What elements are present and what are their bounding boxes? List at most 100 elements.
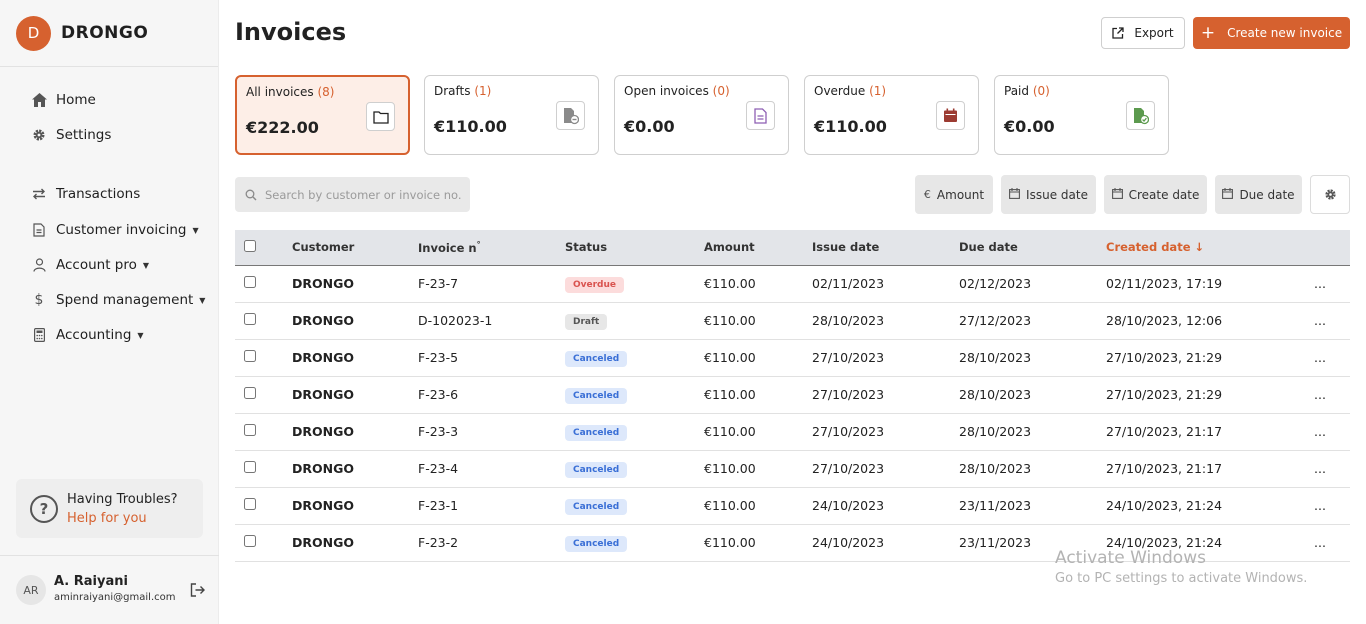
- cell-invoice-number: F-23-2: [418, 535, 459, 550]
- status-badge: Canceled: [565, 387, 628, 404]
- status-badge: Canceled: [565, 461, 628, 478]
- cell-issue-date: 27/10/2023: [812, 387, 885, 402]
- export-button[interactable]: Export: [1101, 17, 1185, 49]
- cell-customer: DRONGO: [292, 350, 354, 365]
- nav-item-transactions[interactable]: Transactions: [30, 185, 140, 203]
- cell-invoice-number: F-23-1: [418, 498, 459, 513]
- row-menu-button[interactable]: ...: [1314, 302, 1350, 339]
- col-amount[interactable]: Amount: [704, 230, 812, 266]
- table-row[interactable]: DRONGO F-23-2 Canceled €110.00 24/10/2023 23/…: [235, 524, 1350, 561]
- watermark-subtitle: Go to PC settings to activate Windows.: [1055, 571, 1308, 586]
- caret-down-icon: ▼: [142, 260, 150, 270]
- row-checkbox[interactable]: [244, 498, 256, 510]
- brand[interactable]: D DRONGO: [0, 0, 218, 67]
- select-all-checkbox[interactable]: [244, 239, 256, 252]
- col-due-date[interactable]: Due date: [959, 230, 1106, 266]
- cell-amount: €110.00: [704, 424, 756, 439]
- status-badge: Canceled: [565, 498, 628, 515]
- nav-item-account-pro[interactable]: Account pro ▼: [30, 256, 149, 274]
- row-checkbox[interactable]: [244, 535, 256, 547]
- filter-create-date[interactable]: Create date: [1104, 175, 1207, 214]
- row-menu-button[interactable]: ...: [1314, 450, 1350, 487]
- row-menu-button[interactable]: ...: [1314, 265, 1350, 302]
- nav-item-spend-management[interactable]: $ Spend management ▼: [30, 291, 206, 309]
- row-menu-button[interactable]: ...: [1314, 413, 1350, 450]
- row-checkbox[interactable]: [244, 313, 256, 325]
- help-link[interactable]: Help for you: [67, 509, 178, 528]
- create-invoice-button[interactable]: + Create new invoice: [1193, 17, 1350, 49]
- row-checkbox[interactable]: [244, 387, 256, 399]
- caret-down-icon: ▼: [192, 225, 199, 235]
- row-checkbox[interactable]: [244, 424, 256, 436]
- row-menu-button[interactable]: ...: [1314, 487, 1350, 524]
- filter-issue-date[interactable]: Issue date: [1001, 175, 1096, 214]
- cell-created-date: 27/10/2023, 21:29: [1106, 387, 1223, 402]
- row-menu-button[interactable]: ...: [1314, 524, 1350, 561]
- cell-customer: DRONGO: [292, 535, 354, 550]
- card-all-invoices[interactable]: All invoices (8) €222.00: [235, 75, 410, 155]
- document-icon: [746, 101, 775, 130]
- calendar-icon: [1222, 187, 1234, 202]
- table-row[interactable]: DRONGO F-23-7 Overdue €110.00 02/11/2023 02/1…: [235, 265, 1350, 302]
- cell-issue-date: 24/10/2023: [812, 498, 885, 513]
- row-checkbox[interactable]: [244, 276, 256, 288]
- row-checkbox[interactable]: [244, 350, 256, 362]
- column-settings-button[interactable]: [1310, 175, 1350, 214]
- cell-customer: DRONGO: [292, 276, 354, 291]
- nav-item-accounting[interactable]: Accounting ▼: [30, 326, 144, 344]
- filter-label: Create date: [1128, 187, 1200, 202]
- row-checkbox[interactable]: [244, 461, 256, 473]
- card-count: (8): [317, 85, 335, 99]
- table-row[interactable]: DRONGO F-23-3 Canceled €110.00 27/10/2023 28/…: [235, 413, 1350, 450]
- table-row[interactable]: DRONGO F-23-4 Canceled €110.00 27/10/2023 28/…: [235, 450, 1350, 487]
- status-badge: Canceled: [565, 535, 628, 552]
- card-paid[interactable]: Paid (0) €0.00: [994, 75, 1169, 155]
- col-created-date[interactable]: Created date ↓: [1106, 230, 1314, 266]
- card-overdue[interactable]: Overdue (1) €110.00: [804, 75, 979, 155]
- search-box: [235, 177, 470, 212]
- table-row[interactable]: DRONGO F-23-1 Canceled €110.00 24/10/2023 23/…: [235, 487, 1350, 524]
- search-input[interactable]: [265, 187, 465, 202]
- cell-due-date: 23/11/2023: [959, 498, 1032, 513]
- status-badge: Canceled: [565, 350, 628, 367]
- filter-due-date[interactable]: Due date: [1215, 175, 1302, 214]
- euro-icon: €: [923, 188, 931, 201]
- card-open-invoices[interactable]: Open invoices (0) €0.00: [614, 75, 789, 155]
- cell-amount: €110.00: [704, 535, 756, 550]
- cell-invoice-number: F-23-3: [418, 424, 459, 439]
- nav-item-home[interactable]: Home: [30, 91, 96, 109]
- col-invoice-number[interactable]: Invoice n°: [418, 230, 565, 266]
- nav-label-home: Home: [56, 92, 96, 108]
- gear-icon: [30, 126, 48, 144]
- logout-icon[interactable]: [190, 582, 205, 601]
- card-label: Paid: [1004, 84, 1030, 98]
- filter-amount[interactable]: € Amount: [915, 175, 993, 214]
- table-row[interactable]: DRONGO F-23-5 Canceled €110.00 27/10/2023 28/…: [235, 339, 1350, 376]
- dollar-icon: $: [34, 292, 44, 308]
- cell-invoice-number: F-23-4: [418, 461, 459, 476]
- user-panel: AR A. Raiyani aminraiyani@gmail.com: [0, 555, 219, 624]
- table-row[interactable]: DRONGO F-23-6 Canceled €110.00 27/10/2023 28/…: [235, 376, 1350, 413]
- caret-down-icon: ▼: [137, 330, 144, 340]
- row-menu-button[interactable]: ...: [1314, 339, 1350, 376]
- nav-item-settings[interactable]: Settings: [30, 126, 111, 144]
- nav-label-spend-management: Spend management: [56, 292, 194, 308]
- question-icon: ?: [30, 494, 58, 523]
- col-status[interactable]: Status: [565, 230, 704, 266]
- page-title: Invoices: [235, 18, 347, 46]
- file-icon: [30, 221, 48, 239]
- card-drafts[interactable]: Drafts (1) €110.00: [424, 75, 599, 155]
- col-issue-date[interactable]: Issue date: [812, 230, 959, 266]
- col-invoice-label: Invoice n: [418, 240, 477, 255]
- card-amount: €110.00: [814, 117, 887, 136]
- nav-item-customer-invoicing[interactable]: Customer invoicing ▼: [30, 221, 199, 239]
- avatar[interactable]: AR: [16, 575, 46, 605]
- row-menu-button[interactable]: ...: [1314, 376, 1350, 413]
- cell-amount: €110.00: [704, 498, 756, 513]
- help-box: ? Having Troubles? Help for you: [16, 479, 203, 538]
- card-label: Overdue: [814, 84, 866, 98]
- brand-logo: D: [16, 15, 51, 51]
- table-row[interactable]: DRONGO D-102023-1 Draft €110.00 28/10/2023 27…: [235, 302, 1350, 339]
- col-customer[interactable]: Customer: [292, 230, 418, 266]
- cell-due-date: 27/12/2023: [959, 313, 1032, 328]
